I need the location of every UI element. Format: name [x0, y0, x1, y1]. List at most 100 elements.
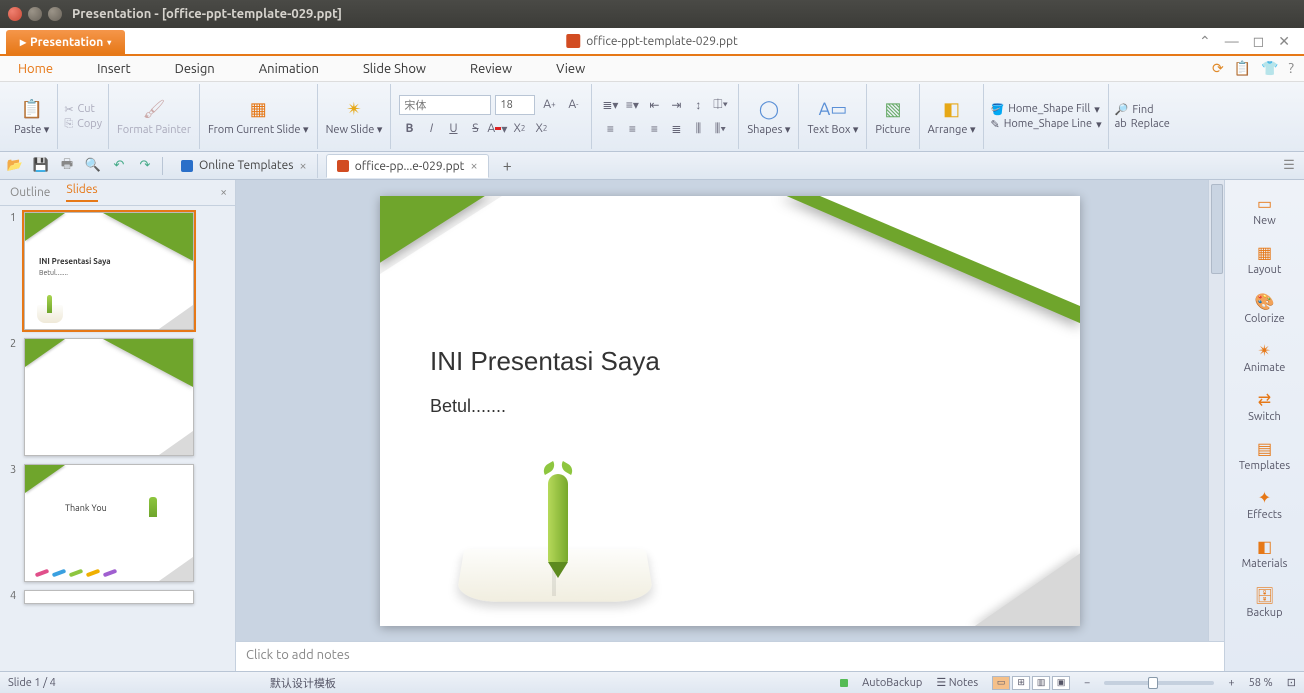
window-close-button[interactable] — [8, 7, 22, 21]
taskpane-backup[interactable]: 🗄Backup — [1231, 580, 1299, 625]
align-left-icon[interactable]: ≡ — [600, 119, 620, 139]
slide-thumbnail[interactable]: 4 — [10, 590, 231, 604]
save-icon[interactable]: 💾 — [32, 157, 50, 175]
columns-icon[interactable]: ⫼▾ — [710, 119, 730, 139]
taskpane-layout[interactable]: ▦Layout — [1231, 237, 1299, 282]
format-painter-button[interactable]: 🖌 Format Painter — [109, 84, 200, 149]
mdi-restore-icon[interactable]: ◻ — [1253, 33, 1265, 50]
close-panel-icon[interactable]: × — [220, 186, 227, 199]
notes-toggle[interactable]: ☰ Notes — [936, 676, 978, 689]
fit-to-window-button[interactable]: ⊡ — [1287, 676, 1296, 689]
shrink-font-icon[interactable]: A- — [563, 95, 583, 115]
shape-line-button[interactable]: ✎Home_Shape Line ▾ — [990, 118, 1101, 131]
help-icon[interactable]: ? — [1289, 60, 1294, 77]
sync-icon[interactable]: ⟳ — [1212, 60, 1224, 77]
subscript-icon[interactable]: X2 — [531, 119, 551, 139]
reading-view-button[interactable]: ▥ — [1032, 676, 1050, 690]
skin-icon[interactable]: 👕 — [1261, 60, 1278, 77]
increase-indent-icon[interactable]: ⇥ — [666, 95, 686, 115]
window-minimize-button[interactable] — [28, 7, 42, 21]
font-color-icon[interactable]: A▾ — [487, 119, 507, 139]
line-spacing-icon[interactable]: ↕ — [688, 95, 708, 115]
slide-thumbnail[interactable]: 3 Thank You — [10, 464, 231, 582]
underline-icon[interactable]: U — [443, 119, 463, 139]
slideshow-view-button[interactable]: ▣ — [1052, 676, 1070, 690]
strike-icon[interactable]: S — [465, 119, 485, 139]
slide-thumbnail[interactable]: 1 INI Presentasi Saya Betul....... — [10, 212, 231, 330]
zoom-slider[interactable] — [1104, 681, 1214, 685]
from-current-slide-button[interactable]: ▦ From Current Slide ▾ — [200, 84, 318, 149]
bold-icon[interactable]: B — [399, 119, 419, 139]
vertical-scrollbar[interactable] — [1208, 180, 1224, 641]
tab-insert[interactable]: Insert — [89, 58, 139, 80]
new-tab-button[interactable]: + — [497, 157, 518, 175]
ribbon-collapse-icon[interactable]: ⌃ — [1199, 33, 1211, 50]
font-family-select[interactable]: 宋体 — [399, 95, 491, 115]
slide-subtitle[interactable]: Betul....... — [430, 396, 506, 417]
font-size-select[interactable]: 18 — [495, 95, 535, 115]
window-maximize-button[interactable] — [48, 7, 62, 21]
slide[interactable]: INI Presentasi Saya Betul....... — [380, 196, 1080, 626]
document-tab[interactable]: office-pp...e-029.ppt × — [326, 154, 489, 178]
clipboard-icon[interactable]: 📋 — [1234, 60, 1251, 77]
close-tab-icon[interactable]: × — [470, 159, 477, 173]
online-templates-tab[interactable]: Online Templates × — [171, 154, 318, 178]
taskpane-materials[interactable]: ◧Materials — [1231, 531, 1299, 576]
taskpane-templates[interactable]: ▤Templates — [1231, 433, 1299, 478]
taskpane-animate[interactable]: ✴Animate — [1231, 335, 1299, 380]
italic-icon[interactable]: I — [421, 119, 441, 139]
slides-tab[interactable]: Slides — [66, 183, 97, 202]
paste-group[interactable]: 📋 Paste ▾ — [6, 84, 58, 149]
taskpane-switch[interactable]: ⇄Switch — [1231, 384, 1299, 429]
print-preview-icon[interactable]: 🔍 — [84, 157, 102, 175]
grow-font-icon[interactable]: A+ — [539, 95, 559, 115]
undo-icon[interactable]: ↶ — [110, 157, 128, 175]
tab-design[interactable]: Design — [167, 58, 223, 80]
zoom-percent[interactable]: 58 % — [1249, 677, 1273, 689]
copy-button[interactable]: ⎘Copy — [64, 118, 102, 131]
tab-list-icon[interactable]: ☰ — [1280, 157, 1298, 175]
outline-tab[interactable]: Outline — [10, 186, 50, 199]
redo-icon[interactable]: ↷ — [136, 157, 154, 175]
zoom-out-button[interactable]: − — [1084, 677, 1090, 689]
text-box-button[interactable]: A▭ Text Box ▾ — [799, 84, 867, 149]
slide-thumbnail[interactable]: 2 — [10, 338, 231, 456]
decrease-indent-icon[interactable]: ⇤ — [644, 95, 664, 115]
taskpane-effects[interactable]: ✦Effects — [1231, 482, 1299, 527]
taskpane-colorize[interactable]: 🎨Colorize — [1231, 286, 1299, 331]
superscript-icon[interactable]: X2 — [509, 119, 529, 139]
notes-area[interactable]: Click to add notes — [236, 641, 1224, 671]
tab-animation[interactable]: Animation — [251, 58, 327, 80]
taskpane-new[interactable]: ▭New — [1231, 188, 1299, 233]
align-right-icon[interactable]: ≡ — [644, 119, 664, 139]
distribute-icon[interactable]: ⫼ — [688, 119, 708, 139]
replace-button[interactable]: abReplace — [1115, 118, 1170, 130]
autobackup-label[interactable]: AutoBackup — [862, 677, 922, 689]
mdi-close-icon[interactable]: ✕ — [1278, 33, 1290, 50]
tab-slideshow[interactable]: Slide Show — [355, 58, 434, 80]
normal-view-button[interactable]: ▭ — [992, 676, 1010, 690]
print-icon[interactable]: 🖶 — [58, 157, 76, 175]
sorter-view-button[interactable]: ⊞ — [1012, 676, 1030, 690]
mdi-minimize-icon[interactable]: — — [1225, 33, 1239, 49]
text-direction-icon[interactable]: ⎅▾ — [710, 95, 730, 115]
shape-fill-button[interactable]: 🪣Home_Shape Fill ▾ — [990, 103, 1101, 116]
tab-home[interactable]: Home — [10, 58, 61, 80]
arrange-button[interactable]: ◧ Arrange ▾ — [920, 84, 985, 149]
bullets-icon[interactable]: ≣▾ — [600, 95, 620, 115]
slide-title[interactable]: INI Presentasi Saya — [430, 346, 660, 377]
new-slide-button[interactable]: ✴ New Slide ▾ — [318, 84, 392, 149]
numbering-icon[interactable]: ≡▾ — [622, 95, 642, 115]
zoom-in-button[interactable]: + — [1228, 677, 1234, 689]
open-icon[interactable]: 📂 — [6, 157, 24, 175]
justify-icon[interactable]: ≣ — [666, 119, 686, 139]
align-center-icon[interactable]: ≡ — [622, 119, 642, 139]
tab-view[interactable]: View — [548, 58, 593, 80]
find-button[interactable]: 🔎Find — [1115, 103, 1170, 116]
close-tab-icon[interactable]: × — [299, 159, 306, 173]
app-menu-button[interactable]: ▸ Presentation ▾ — [6, 30, 125, 54]
picture-button[interactable]: ▧ Picture — [867, 84, 919, 149]
shapes-button[interactable]: ◯ Shapes ▾ — [739, 84, 799, 149]
tab-review[interactable]: Review — [462, 58, 520, 80]
cut-button[interactable]: ✂Cut — [64, 103, 102, 116]
